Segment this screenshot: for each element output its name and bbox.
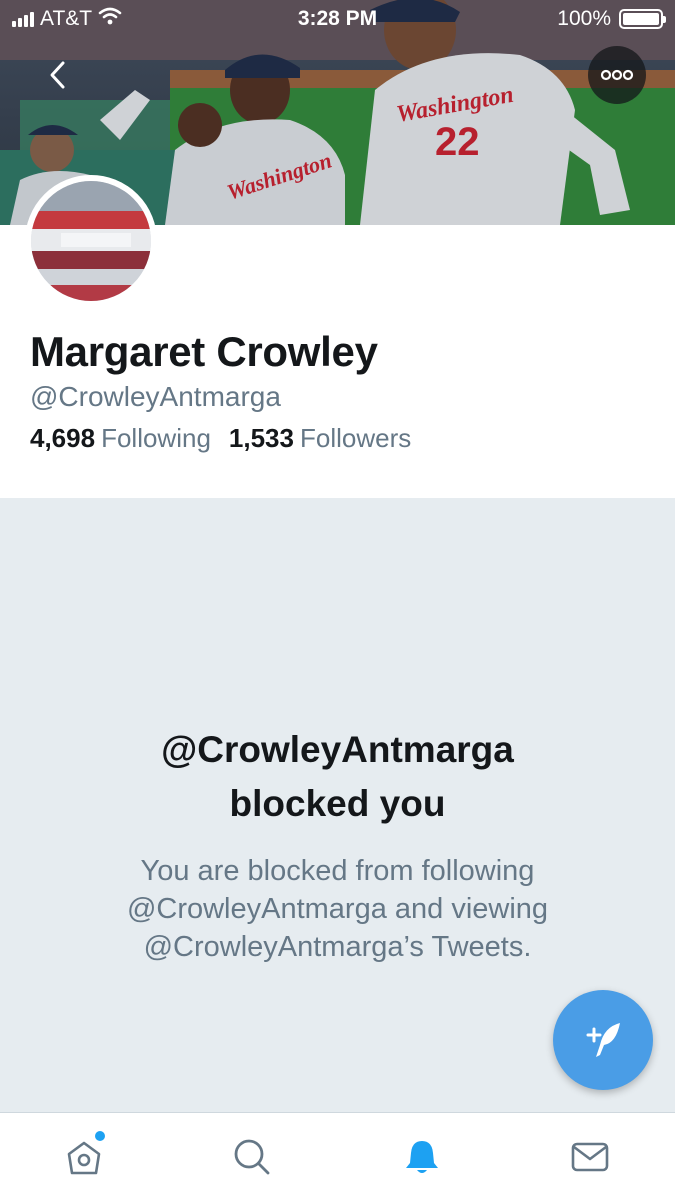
search-icon — [234, 1139, 270, 1175]
following-label: Following — [101, 423, 211, 453]
tab-home[interactable] — [0, 1113, 168, 1200]
status-bar: AT&T 3:28 PM 100% — [0, 0, 675, 38]
battery-icon — [619, 9, 666, 29]
back-button[interactable] — [38, 55, 78, 95]
following-link[interactable]: 4,698 Following — [30, 423, 211, 454]
profile-stats: 4,698 Following 1,533 Followers — [30, 423, 411, 454]
compose-tweet-button[interactable] — [553, 990, 653, 1090]
tab-bar — [0, 1112, 675, 1200]
bell-icon — [406, 1141, 438, 1173]
tab-notifications[interactable] — [338, 1113, 506, 1200]
followers-link[interactable]: 1,533 Followers — [229, 423, 411, 454]
followers-count: 1,533 — [228, 423, 294, 453]
avatar-image — [31, 181, 151, 301]
blocked-message-line: You are blocked from following — [140, 855, 535, 887]
blocked-title: @CrowleyAntmarga blocked you — [0, 723, 675, 831]
home-icon — [67, 1141, 101, 1175]
svg-text:22: 22 — [435, 120, 480, 164]
blocked-title-text: blocked you — [229, 783, 446, 824]
followers-label: Followers — [299, 423, 412, 453]
more-options-button[interactable] — [588, 46, 646, 104]
chevron-left-icon — [50, 61, 65, 89]
profile-name: Margaret Crowley — [30, 328, 378, 375]
tab-messages[interactable] — [506, 1113, 674, 1200]
ellipsis-icon — [600, 69, 634, 81]
new-content-dot — [95, 1131, 105, 1141]
profile-handle: @CrowleyAntmarga — [30, 381, 281, 412]
blocked-message: You are blocked from following @CrowleyA… — [60, 852, 615, 966]
blocked-message-line: @CrowleyAntmarga and viewing — [126, 893, 549, 925]
blocked-title-handle: @CrowleyAntmarga — [161, 729, 514, 770]
avatar[interactable] — [25, 175, 157, 307]
following-count: 4,698 — [30, 423, 96, 453]
tab-search[interactable] — [168, 1113, 336, 1200]
compose-tweet-icon — [586, 1023, 620, 1057]
status-right: 100% — [557, 7, 666, 31]
battery-percent: 100% — [557, 7, 611, 30]
envelope-icon — [571, 1142, 609, 1172]
blocked-message-line: @CrowleyAntmarga’s Tweets. — [143, 931, 532, 963]
